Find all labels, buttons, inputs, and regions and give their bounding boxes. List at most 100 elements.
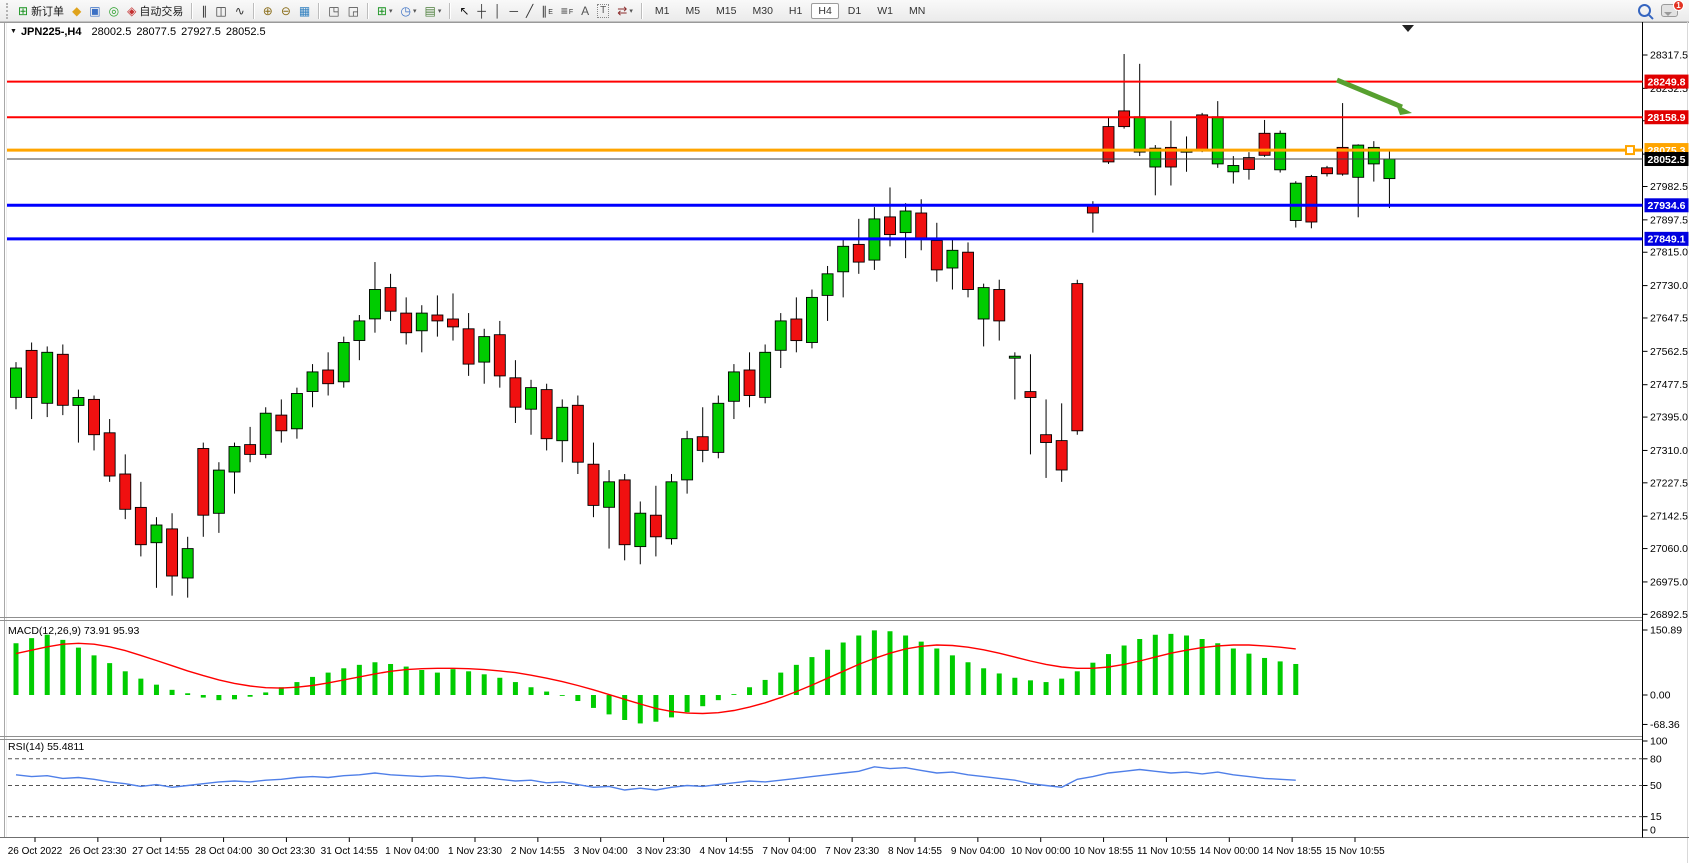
toolbar-separator <box>641 3 643 19</box>
timeframe-m30[interactable]: M30 <box>745 3 779 19</box>
candle <box>978 284 989 347</box>
trend-arrow[interactable] <box>1337 80 1412 115</box>
timeframe-d1[interactable]: D1 <box>841 3 868 19</box>
candle <box>588 443 599 518</box>
candle <box>182 537 193 598</box>
timeframe-w1[interactable]: W1 <box>870 3 900 19</box>
candle <box>838 238 849 297</box>
candle <box>42 346 53 417</box>
toolbar-separator <box>191 3 193 19</box>
candle <box>11 362 22 409</box>
profiles-button[interactable]: ▤▾ <box>422 2 445 20</box>
data-window-button[interactable]: ▣ <box>86 2 103 20</box>
crosshair-button[interactable]: ┼ <box>474 2 489 20</box>
bar-chart-button[interactable]: ∥ <box>198 2 210 20</box>
toolbar: ⊞新订单◆▣◎◈自动交易∥◫∿⊕⊖▦◳◲⊞▾◷▾▤▾↖┼│─╱∥E≡FAT⇄▾M… <box>0 0 1689 22</box>
pivot-line[interactable] <box>7 146 1643 154</box>
svg-text:27934.6: 27934.6 <box>1648 200 1686 212</box>
period-separators-button[interactable]: ◲ <box>345 2 362 20</box>
candle <box>198 443 209 537</box>
svg-text:7 Nov 04:00: 7 Nov 04:00 <box>762 846 816 857</box>
svg-text:100: 100 <box>1650 736 1668 748</box>
svg-text:27477.5: 27477.5 <box>1650 379 1688 391</box>
candle <box>1134 64 1145 156</box>
svg-text:14 Nov 00:00: 14 Nov 00:00 <box>1200 846 1260 857</box>
svg-text:0: 0 <box>1650 825 1656 837</box>
tile-windows-button[interactable]: ▦ <box>296 2 313 20</box>
candle <box>1243 152 1254 179</box>
notifications-icon[interactable]: 1 <box>1661 4 1678 17</box>
svg-text:150.89: 150.89 <box>1650 624 1682 636</box>
candle <box>557 399 568 462</box>
candlestick-chart-button[interactable]: ◫ <box>212 2 229 20</box>
arrows-button[interactable]: ⇄▾ <box>614 2 636 20</box>
horizontal-line-button[interactable]: ─ <box>506 2 521 20</box>
svg-text:27730.0: 27730.0 <box>1650 280 1688 292</box>
trendline-button[interactable]: ╱ <box>523 2 536 20</box>
equidistant-channel-icon: ∥ <box>541 2 547 20</box>
indicator-list-icon: ◳ <box>328 2 339 20</box>
svg-text:0.00: 0.00 <box>1650 690 1671 702</box>
candle <box>479 329 490 384</box>
timeframe-mn[interactable]: MN <box>902 3 932 19</box>
candle <box>354 315 365 360</box>
text-button[interactable]: A <box>578 2 592 20</box>
rsi-line <box>16 767 1296 790</box>
text-label-button[interactable]: T <box>594 2 612 20</box>
timeframe-m1[interactable]: M1 <box>648 3 677 19</box>
arrows-icon: ⇄ <box>617 2 627 20</box>
candle <box>135 482 146 557</box>
candle <box>73 390 84 443</box>
toolbar-right: 1 <box>1638 4 1684 17</box>
chart-title: ▼JPN225-,H4 28002.528077.527927.528052.5 <box>10 26 266 38</box>
candle <box>416 305 427 352</box>
timeframe-h1[interactable]: H1 <box>782 3 809 19</box>
equidistant-channel-button[interactable]: ∥E <box>538 2 556 20</box>
svg-text:27227.5: 27227.5 <box>1650 477 1688 489</box>
shift-marker-icon[interactable] <box>1402 25 1414 32</box>
timeframe-h4[interactable]: H4 <box>811 3 838 19</box>
signals-button[interactable]: ◎ <box>106 2 122 20</box>
svg-text:28249.8: 28249.8 <box>1648 76 1686 88</box>
zoom-in-icon: ⊕ <box>263 2 273 20</box>
candle <box>697 407 708 462</box>
dropdown-caret-icon: ▾ <box>413 7 417 15</box>
svg-text:9 Nov 04:00: 9 Nov 04:00 <box>951 846 1005 857</box>
candle <box>650 486 661 557</box>
candle <box>947 238 958 289</box>
new-chart-button[interactable]: ⊞▾ <box>374 2 396 20</box>
tile-windows-icon: ▦ <box>299 2 310 20</box>
clock-button[interactable]: ◷▾ <box>398 2 420 20</box>
candle <box>167 513 178 595</box>
candle <box>338 337 349 388</box>
candle <box>916 199 927 250</box>
vertical-line-button[interactable]: │ <box>491 2 505 20</box>
price-badge: 27849.1 <box>1645 232 1689 246</box>
chart-canvas[interactable]: 28317.528232.528150.028065.027982.527897… <box>0 22 1689 863</box>
candles <box>11 54 1395 598</box>
cursor-button[interactable]: ↖ <box>456 2 472 20</box>
candle <box>526 380 537 435</box>
autotrading-button[interactable]: ◈自动交易 <box>124 2 186 20</box>
svg-text:27897.5: 27897.5 <box>1650 214 1688 226</box>
line-chart-button[interactable]: ∿ <box>232 2 248 20</box>
fibonacci-button[interactable]: ≡F <box>558 2 576 20</box>
toolbar-separator <box>253 3 255 19</box>
zoom-in-button[interactable]: ⊕ <box>260 2 276 20</box>
zoom-out-button[interactable]: ⊖ <box>278 2 294 20</box>
candle <box>245 427 256 462</box>
svg-text:27 Oct 14:55: 27 Oct 14:55 <box>132 846 190 857</box>
candle <box>213 462 224 533</box>
candle <box>26 343 37 420</box>
timeframe-m5[interactable]: M5 <box>678 3 707 19</box>
candle <box>323 352 334 395</box>
timeframe-m15[interactable]: M15 <box>709 3 743 19</box>
chart-menu-triangle-icon[interactable]: ▼ <box>10 28 17 35</box>
candle <box>432 295 443 336</box>
new-order-button[interactable]: ⊞新订单 <box>15 2 67 20</box>
cursor-icon: ↖ <box>459 2 469 20</box>
horizontal-line-icon: ─ <box>509 2 518 20</box>
indicator-list-button[interactable]: ◳ <box>325 2 342 20</box>
market-depth-button[interactable]: ◆ <box>69 2 84 20</box>
search-icon[interactable] <box>1638 4 1651 17</box>
